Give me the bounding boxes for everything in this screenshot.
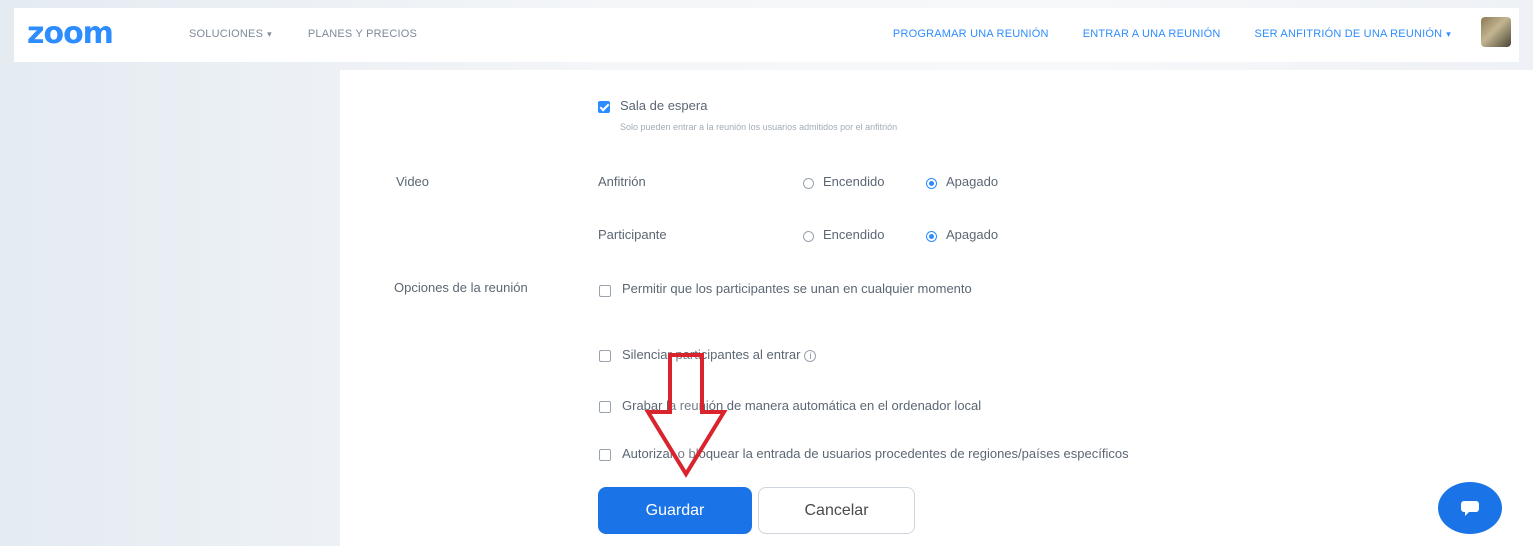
nav-right: PROGRAMAR UNA REUNIÓN ENTRAR A UNA REUNI…: [893, 28, 1451, 40]
nav-soluciones[interactable]: SOLUCIONES ▾: [189, 28, 272, 40]
region-block-checkbox[interactable]: [599, 449, 611, 461]
video-participant-label: Participante: [598, 227, 667, 242]
meeting-options-label: Opciones de la reunión: [394, 280, 528, 295]
video-section-label: Video: [396, 174, 430, 189]
video-host-label: Anfitrión: [598, 174, 646, 189]
join-anytime-label: Permitir que los participantes se unan e…: [622, 281, 972, 296]
mute-on-entry-checkbox[interactable]: [599, 350, 611, 362]
video-host-on-radio[interactable]: [803, 178, 814, 189]
info-icon[interactable]: i: [804, 349, 817, 362]
save-button[interactable]: Guardar: [598, 487, 752, 534]
waiting-room-label: Sala de espera: [620, 98, 708, 113]
waiting-room-checkbox[interactable]: [598, 101, 610, 113]
video-participant-off-label: Apagado: [946, 227, 999, 242]
video-participant-off-radio[interactable]: [926, 231, 937, 242]
chevron-down-icon: ▾: [267, 29, 272, 39]
top-navigation-bar: zoom SOLUCIONES ▾ PLANES Y PRECIOS PROGRA…: [14, 8, 1519, 62]
nav-entrar-reunion[interactable]: ENTRAR A UNA REUNIÓN: [1083, 28, 1221, 40]
join-anytime-checkbox[interactable]: [599, 285, 611, 297]
meeting-settings-panel: [340, 70, 1533, 546]
user-avatar[interactable]: [1481, 17, 1511, 47]
nav-planes-precios[interactable]: PLANES Y PRECIOS: [308, 28, 417, 40]
red-down-arrow-annotation: [644, 353, 728, 478]
nav-left: SOLUCIONES ▾ PLANES Y PRECIOS: [189, 28, 417, 40]
chat-support-button[interactable]: [1438, 482, 1502, 534]
chevron-down-icon: ▾: [1446, 29, 1451, 39]
waiting-room-hint: Solo pueden entrar a la reunión los usua…: [620, 122, 898, 132]
video-host-off-radio[interactable]: [926, 178, 937, 189]
zoom-logo[interactable]: zoom: [27, 16, 114, 51]
nav-programar-reunion[interactable]: PROGRAMAR UNA REUNIÓN: [893, 28, 1049, 40]
video-host-off-label: Apagado: [946, 174, 999, 189]
chat-bubble-icon: [1461, 501, 1479, 516]
auto-record-checkbox[interactable]: [599, 401, 611, 413]
video-participant-on-label: Encendido: [823, 227, 885, 242]
video-host-on-label: Encendido: [823, 174, 885, 189]
cancel-button[interactable]: Cancelar: [758, 487, 915, 534]
video-participant-on-radio[interactable]: [803, 231, 814, 242]
nav-ser-anfitrion[interactable]: SER ANFITRIÓN DE UNA REUNIÓN ▾: [1255, 28, 1451, 40]
